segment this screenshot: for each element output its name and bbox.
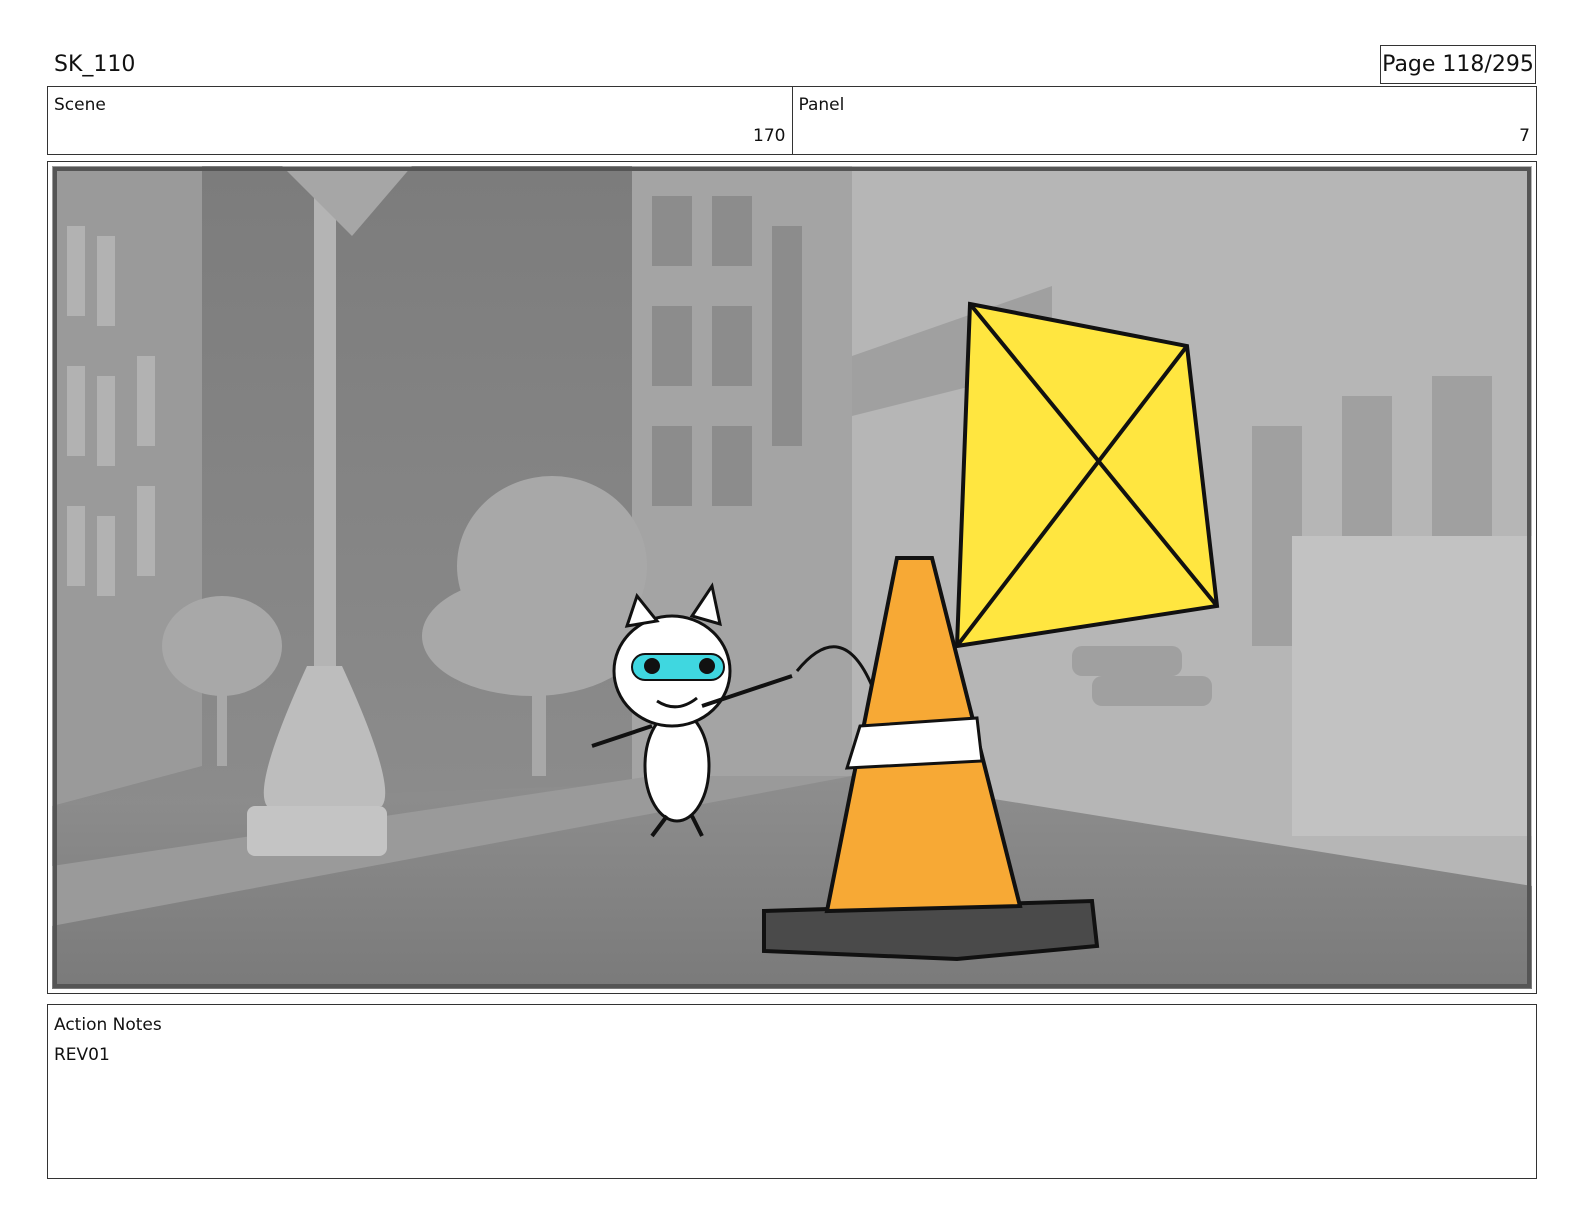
page-number: Page 118/295 <box>1382 52 1534 77</box>
panel-number: 7 <box>1519 126 1530 146</box>
action-notes-box: Action Notes REV01 <box>47 1004 1537 1179</box>
storyboard-panel <box>47 161 1537 994</box>
action-notes-text: REV01 <box>54 1045 110 1065</box>
storyboard-frame-image <box>52 166 1532 989</box>
scene-panel-row: Scene 170 Panel 7 <box>47 86 1537 155</box>
page-number-box: Page 118/295 <box>1380 45 1536 84</box>
panel-label: Panel <box>798 95 845 115</box>
document-title: SK_110 <box>54 52 136 77</box>
action-notes-label: Action Notes <box>54 1015 162 1035</box>
kite <box>954 301 1220 649</box>
panel-cell: Panel 7 <box>791 87 1537 154</box>
scene-cell: Scene 170 <box>48 87 792 154</box>
scene-number: 170 <box>753 126 786 146</box>
scene-label: Scene <box>54 95 106 115</box>
